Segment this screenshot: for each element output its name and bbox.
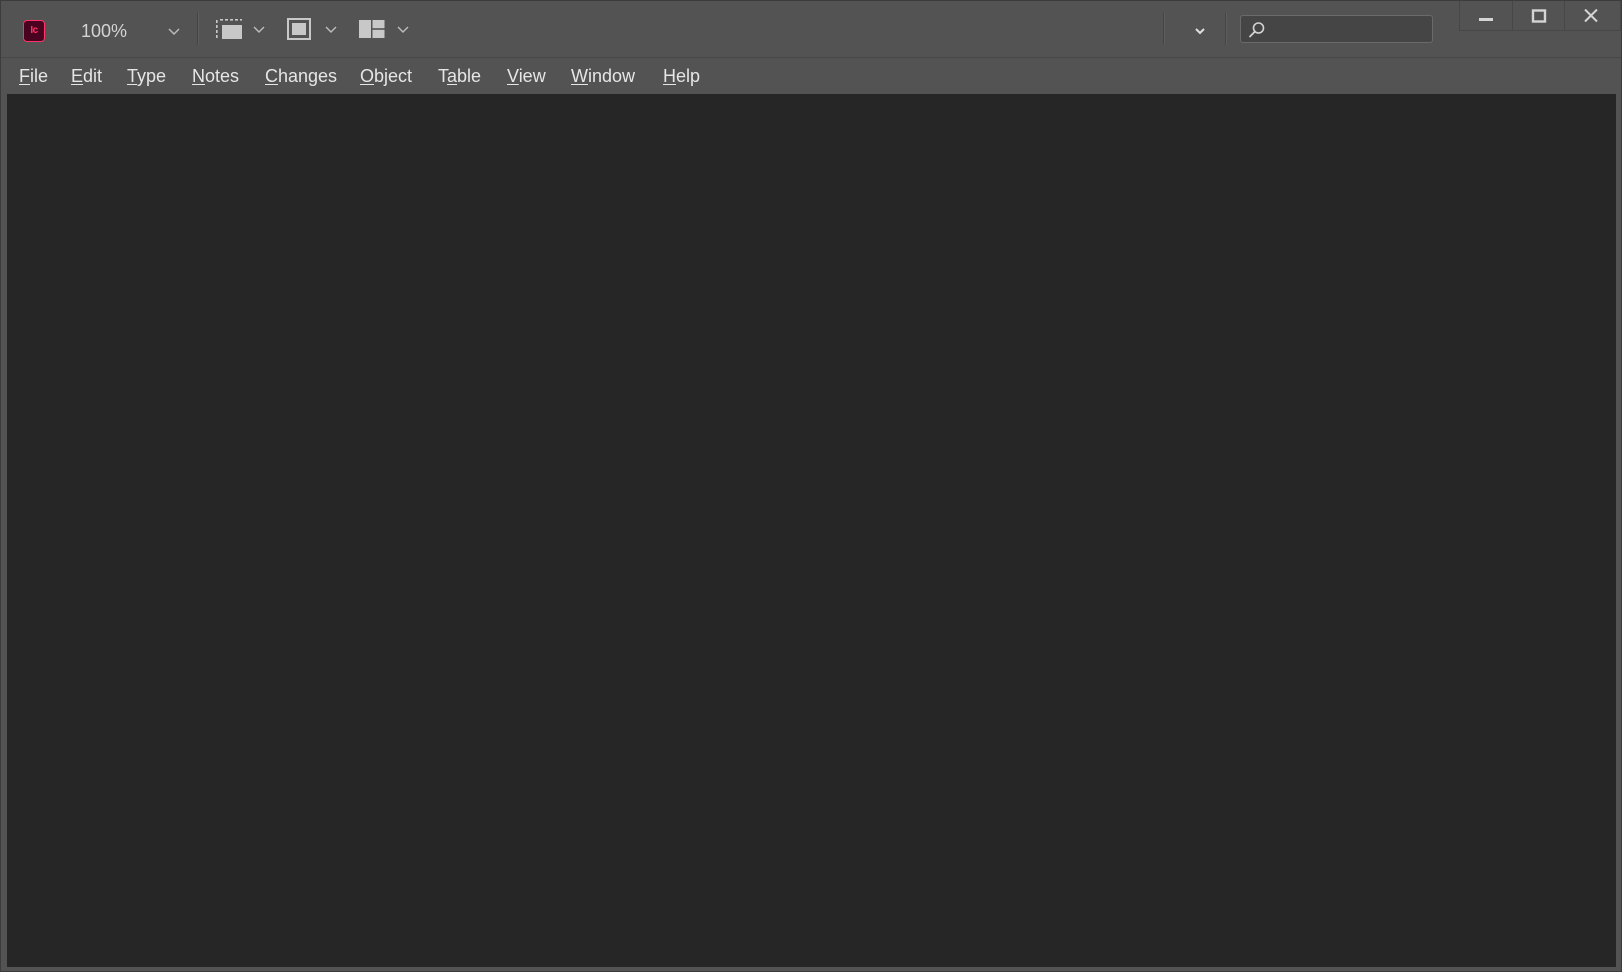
menu-window[interactable]: Window (571, 65, 635, 87)
menu-type[interactable]: Type (127, 65, 166, 87)
workspace-switcher-chevron-down-icon[interactable] (1192, 23, 1208, 39)
close-button[interactable] (1564, 1, 1621, 31)
application-window: Ic 100% File Edit Type Notes Changes Obj… (0, 0, 1622, 972)
screen-mode-icon[interactable] (286, 17, 314, 43)
search-input[interactable] (1271, 18, 1430, 42)
menu-view[interactable]: View (507, 65, 546, 87)
search-icon (1248, 21, 1266, 39)
application-bar: Ic 100% (1, 1, 1621, 58)
view-options-chevron-down-icon[interactable] (251, 21, 267, 37)
arrange-documents-chevron-down-icon[interactable] (395, 21, 411, 37)
zoom-level-value[interactable]: 100% (81, 19, 127, 43)
minimize-button[interactable] (1460, 1, 1512, 31)
arrange-documents-icon[interactable] (357, 17, 385, 43)
menu-object[interactable]: Object (360, 65, 412, 87)
screen-mode-chevron-down-icon[interactable] (323, 21, 339, 37)
app-logo: Ic (23, 20, 45, 42)
maximize-button[interactable] (1512, 1, 1565, 31)
toolbar-separator (197, 13, 199, 45)
minimize-icon (1479, 18, 1493, 21)
zoom-dropdown-chevron-down-icon[interactable] (166, 23, 182, 39)
menu-bar: File Edit Type Notes Changes Object Tabl… (1, 58, 1621, 94)
search-field[interactable] (1240, 15, 1433, 43)
menu-help[interactable]: Help (663, 65, 700, 87)
window-controls (1459, 1, 1621, 31)
menu-changes[interactable]: Changes (265, 65, 337, 87)
menu-table[interactable]: Table (438, 65, 481, 87)
maximize-icon (1531, 9, 1547, 23)
toolbar-separator (1225, 13, 1227, 45)
menu-file[interactable]: File (19, 65, 48, 87)
view-options-icon[interactable] (214, 17, 242, 43)
close-icon (1584, 9, 1598, 23)
toolbar-separator (1163, 13, 1165, 45)
menu-edit[interactable]: Edit (71, 65, 102, 87)
document-workspace[interactable] (7, 94, 1616, 967)
menu-notes[interactable]: Notes (192, 65, 239, 87)
